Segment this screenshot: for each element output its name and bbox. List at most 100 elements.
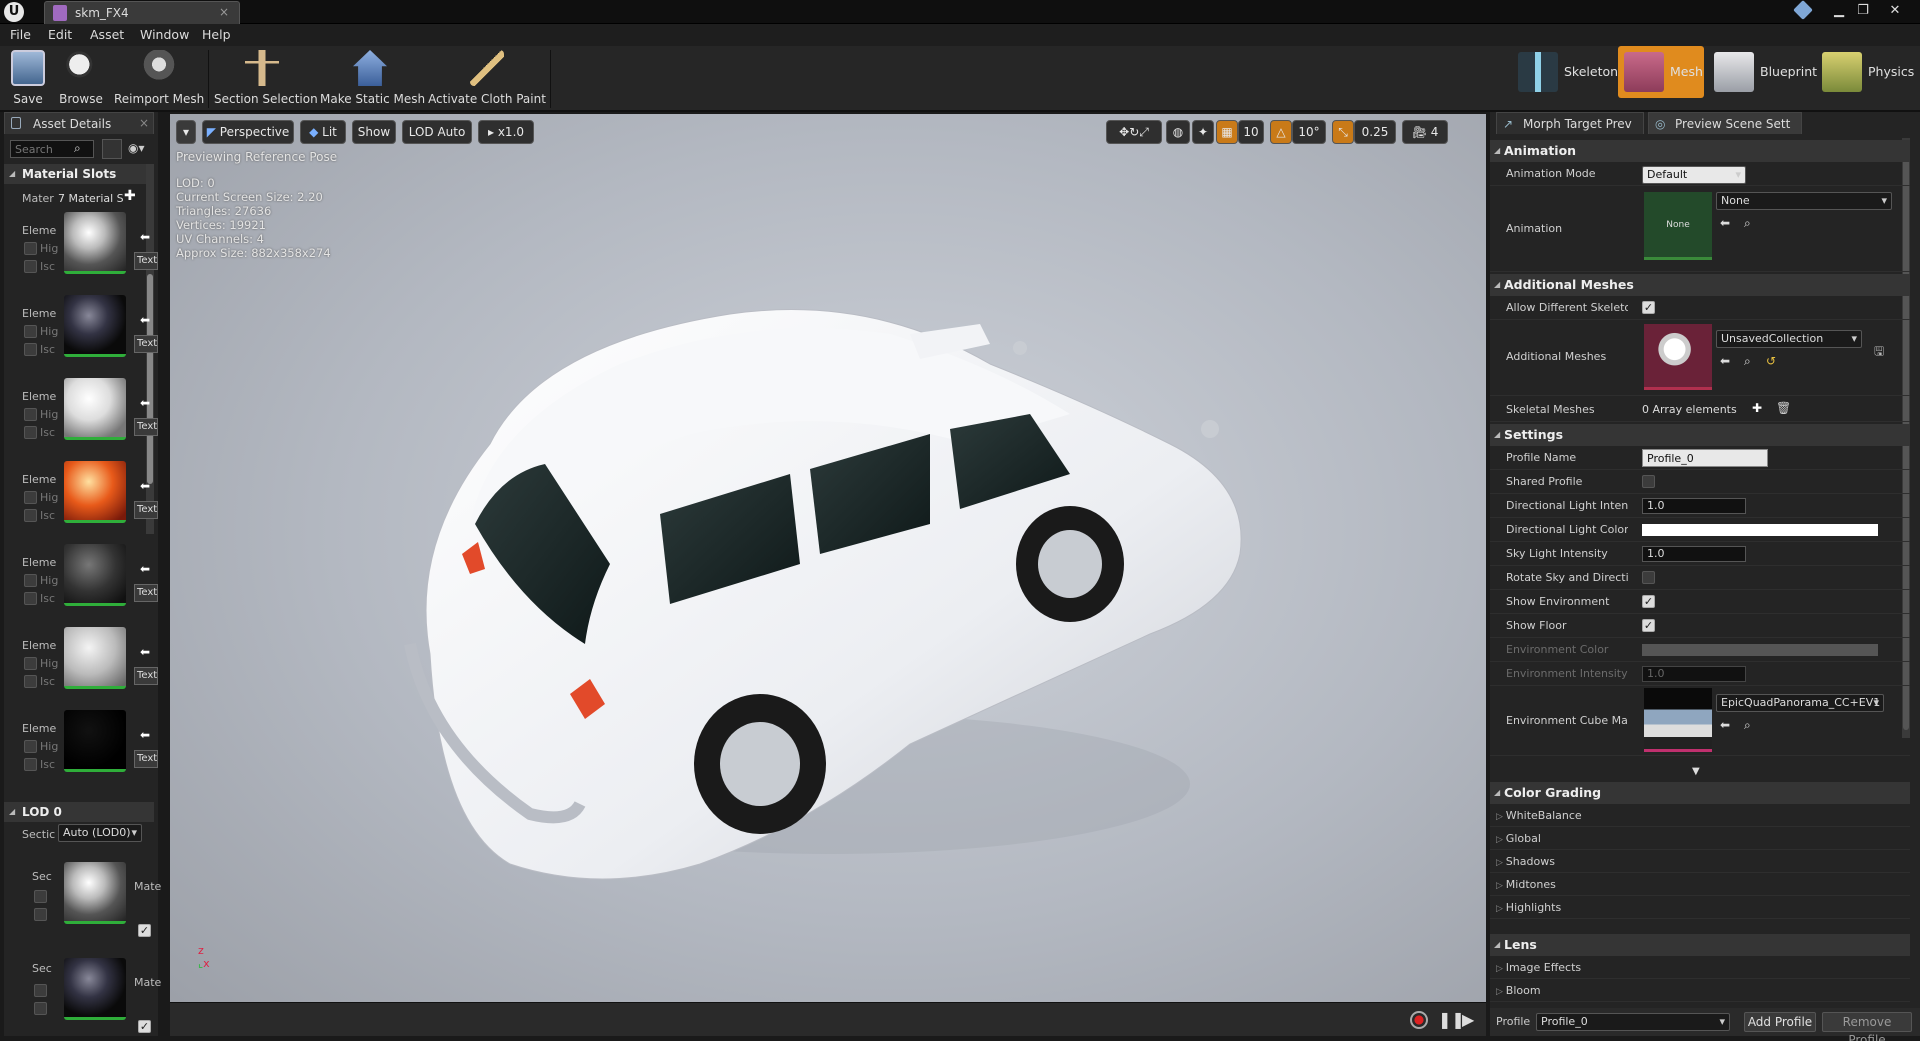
- pause-icon[interactable]: ❚❚: [1438, 1010, 1465, 1029]
- section-cast-shadow-checkbox[interactable]: ✓: [138, 924, 151, 937]
- element-checkbox[interactable]: [24, 657, 37, 670]
- menu-file[interactable]: File: [10, 27, 31, 42]
- element-checkbox[interactable]: [24, 758, 37, 771]
- color-grading-item[interactable]: Midtones: [1490, 873, 1910, 896]
- delete-elements-icon[interactable]: 🗑︎: [1776, 401, 1791, 415]
- material-thumbnail[interactable]: [64, 710, 126, 772]
- element-checkbox[interactable]: [24, 740, 37, 753]
- mode-physics-button[interactable]: Physics: [1816, 46, 1920, 98]
- mode-blueprint-button[interactable]: Blueprint: [1708, 46, 1817, 98]
- section-cast-shadow-checkbox[interactable]: ✓: [138, 1020, 151, 1033]
- asset-document-tab[interactable]: skm_FX4 ×: [44, 1, 240, 24]
- element-checkbox[interactable]: [24, 675, 37, 688]
- restore-icon[interactable]: ❐: [1852, 2, 1874, 20]
- material-slot-name-input[interactable]: Text: [134, 750, 158, 768]
- use-selected-arrow-icon[interactable]: ⬅: [1720, 718, 1730, 732]
- profile-combo[interactable]: Profile_0: [1536, 1013, 1730, 1031]
- animation-thumbnail[interactable]: None: [1644, 192, 1712, 260]
- menu-window[interactable]: Window: [140, 27, 189, 42]
- transform-tools-group[interactable]: ✥↻⤢: [1106, 120, 1162, 144]
- close-panel-icon[interactable]: ×: [139, 116, 149, 130]
- show-button[interactable]: Show: [352, 120, 396, 144]
- element-checkbox[interactable]: [24, 509, 37, 522]
- rotate-sky-checkbox[interactable]: [1642, 571, 1655, 584]
- use-selected-arrow-icon[interactable]: ⬅: [140, 645, 150, 659]
- material-slot-name-input[interactable]: Text: [134, 252, 158, 270]
- add-element-icon[interactable]: ✚: [1752, 401, 1762, 415]
- color-grading-item[interactable]: WhiteBalance: [1490, 804, 1910, 827]
- use-selected-arrow-icon[interactable]: ⬅: [1720, 216, 1730, 230]
- remove-profile-button[interactable]: Remove Profile: [1822, 1012, 1912, 1041]
- use-selected-arrow-icon[interactable]: ⬅: [140, 313, 150, 327]
- surface-snap-icon[interactable]: ✦: [1192, 120, 1214, 144]
- menu-help[interactable]: Help: [202, 27, 231, 42]
- material-thumbnail[interactable]: [64, 378, 126, 440]
- lit-button[interactable]: ◆ Lit: [300, 120, 346, 144]
- rotation-snap-value[interactable]: 10°: [1292, 120, 1326, 144]
- additional-meshes-combo[interactable]: UnsavedCollection: [1716, 330, 1862, 348]
- additional-meshes-thumbnail[interactable]: [1644, 324, 1712, 390]
- lens-item[interactable]: Image Effects: [1490, 956, 1910, 979]
- lod0-header[interactable]: LOD 0: [4, 802, 154, 822]
- element-checkbox[interactable]: [24, 592, 37, 605]
- section-checkbox[interactable]: [34, 890, 47, 903]
- section-checkbox[interactable]: [34, 984, 47, 997]
- asset-details-tab[interactable]: Asset Details ×: [4, 112, 154, 134]
- browse-button[interactable]: Browse: [56, 48, 106, 110]
- save-collection-icon[interactable]: 🖫︎: [1874, 342, 1884, 363]
- material-thumbnail[interactable]: [64, 461, 126, 523]
- material-thumbnail[interactable]: [64, 544, 126, 606]
- scale-snap-value[interactable]: 0.25: [1354, 120, 1396, 144]
- close-window-icon[interactable]: ✕: [1884, 2, 1906, 20]
- record-icon[interactable]: [1410, 1011, 1428, 1029]
- element-checkbox[interactable]: [24, 242, 37, 255]
- mode-skeleton-button[interactable]: Skeleton: [1512, 46, 1618, 98]
- save-button[interactable]: Save: [6, 48, 50, 110]
- add-material-icon[interactable]: ✚: [124, 188, 136, 204]
- animation-asset-combo[interactable]: None: [1716, 192, 1892, 210]
- material-thumbnail[interactable]: [64, 212, 126, 274]
- element-checkbox[interactable]: [24, 325, 37, 338]
- material-thumbnail[interactable]: [64, 295, 126, 357]
- material-slot-name-input[interactable]: Text: [134, 418, 158, 436]
- use-selected-arrow-icon[interactable]: ⬅: [140, 479, 150, 493]
- element-checkbox[interactable]: [24, 491, 37, 504]
- lens-section-header[interactable]: Lens: [1490, 934, 1910, 956]
- element-checkbox[interactable]: [24, 408, 37, 421]
- perspective-button[interactable]: ◤ Perspective: [202, 120, 294, 144]
- element-checkbox[interactable]: [24, 574, 37, 587]
- directional-light-intensity-input[interactable]: 1.0: [1642, 498, 1746, 514]
- grid-snap-value[interactable]: 10: [1238, 120, 1264, 144]
- play-icon[interactable]: ▶︎: [1462, 1010, 1474, 1029]
- animation-timeline-bar[interactable]: ❚❚ ▶︎: [170, 1002, 1486, 1036]
- use-selected-arrow-icon[interactable]: ⬅: [140, 562, 150, 576]
- viewport-options-button[interactable]: ▾: [176, 120, 196, 144]
- material-slot-name-input[interactable]: Text: [134, 584, 158, 602]
- color-grading-item[interactable]: Highlights: [1490, 896, 1910, 919]
- material-thumbnail[interactable]: [64, 627, 126, 689]
- grid-snap-icon[interactable]: ▦: [1216, 120, 1238, 144]
- browse-asset-icon[interactable]: ⌕: [1744, 718, 1751, 733]
- minimize-icon[interactable]: ▁: [1828, 2, 1850, 20]
- menu-edit[interactable]: Edit: [48, 27, 72, 42]
- material-slot-name-input[interactable]: Text: [134, 335, 158, 353]
- reset-to-default-icon[interactable]: ↺: [1766, 354, 1776, 368]
- details-search-input[interactable]: [10, 140, 94, 158]
- use-selected-arrow-icon[interactable]: ⬅: [1720, 354, 1730, 368]
- show-floor-checkbox[interactable]: ✓: [1642, 619, 1655, 632]
- allow-different-skeletons-checkbox[interactable]: ✓: [1642, 301, 1655, 314]
- element-checkbox[interactable]: [24, 426, 37, 439]
- reimport-mesh-button[interactable]: Reimport Mesh: [114, 48, 204, 110]
- 3d-viewport[interactable]: ▾ ◤ Perspective ◆ Lit Show LOD Auto ▸ x1…: [170, 114, 1486, 1036]
- close-tab-icon[interactable]: ×: [219, 5, 229, 19]
- section-checkbox[interactable]: [34, 908, 47, 921]
- profile-name-input[interactable]: [1642, 449, 1768, 467]
- section-thumbnail[interactable]: [64, 958, 126, 1020]
- expand-more-icon[interactable]: ▼: [1692, 766, 1700, 777]
- make-static-mesh-button[interactable]: Make Static Mesh: [320, 48, 425, 110]
- additional-meshes-section-header[interactable]: Additional Meshes: [1490, 274, 1910, 296]
- notification-icon[interactable]: [1793, 0, 1813, 20]
- add-profile-button[interactable]: Add Profile: [1744, 1012, 1816, 1032]
- taxi-car-model[interactable]: [370, 224, 1310, 964]
- color-grading-item[interactable]: Shadows: [1490, 850, 1910, 873]
